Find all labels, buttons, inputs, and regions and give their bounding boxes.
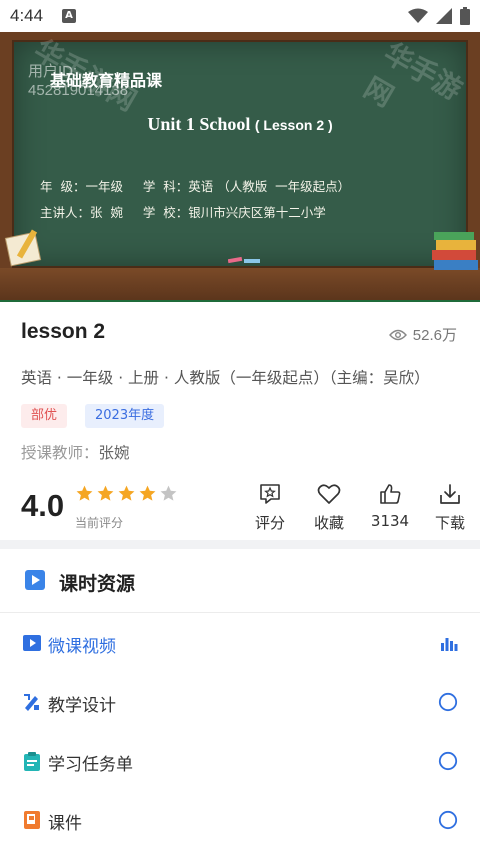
rating-caption: 当前评分 (75, 516, 124, 530)
favorite-button[interactable]: 收藏 (299, 482, 359, 533)
battery-icon (460, 7, 470, 25)
star-icon (139, 485, 156, 501)
radio-unchecked-icon[interactable] (438, 810, 458, 830)
ppt-icon (24, 811, 40, 829)
radio-unchecked-icon[interactable] (438, 751, 458, 771)
resource-item-teaching-design[interactable]: 教学设计 (0, 673, 480, 731)
notification-icon: A (62, 9, 76, 23)
rating-score: 4.0 (21, 488, 65, 523)
like-button[interactable]: 3134 (360, 482, 420, 530)
course-title: lesson 2 (21, 320, 106, 343)
design-icon (24, 694, 39, 711)
rate-button[interactable]: 评分 (240, 482, 300, 533)
status-time: 4:44 (10, 6, 44, 25)
resource-item-micro-video[interactable]: 微课视频 (0, 614, 480, 672)
grade-subject-line: 年 级：一年级 学 科：英语 （人教版 一年级起点） (40, 179, 351, 194)
notepad-decoration (4, 229, 42, 267)
star-rating (75, 484, 178, 503)
chalk-tray (0, 268, 480, 302)
year-badge: 2023年度 (85, 404, 165, 428)
signal-icon (436, 8, 452, 24)
chalk-decoration (228, 256, 260, 264)
resource-item-task-sheet[interactable]: 学习任务单 (0, 732, 480, 790)
star-icon (76, 485, 93, 501)
heart-icon (317, 484, 341, 504)
rate-icon (260, 484, 280, 504)
download-button[interactable]: 下载 (420, 482, 480, 533)
star-icon (118, 485, 135, 501)
download-icon (440, 484, 460, 504)
resources-header: 课时资源 (0, 549, 480, 613)
star-empty-icon (160, 485, 177, 501)
teacher-info: 授课教师：张婉 (21, 444, 130, 462)
video-player[interactable]: 用户ID: 452819014138 基础教育精品课 Unit 1 School… (0, 32, 480, 302)
books-decoration (432, 232, 478, 270)
playing-bars-icon (441, 638, 458, 651)
view-count: 52.6万 (388, 324, 457, 345)
clipboard-icon (24, 752, 40, 771)
section-divider (0, 540, 480, 549)
board-base (0, 300, 480, 302)
course-subtitle: 英语 · 一年级 · 上册 · 人教版（一年级起点）（主编：吴欣） (21, 369, 430, 387)
radio-unchecked-icon[interactable] (438, 692, 458, 712)
status-bar: 4:44 A (0, 0, 480, 32)
eye-icon (388, 329, 407, 340)
award-badge: 部优 (21, 404, 68, 428)
thumbs-up-icon (380, 484, 401, 504)
wifi-icon (408, 8, 428, 23)
video-section-icon (25, 570, 45, 590)
star-icon (97, 485, 114, 501)
resource-item-courseware[interactable]: 课件 (0, 791, 480, 849)
status-icons (408, 6, 470, 26)
video-icon (23, 635, 41, 651)
teacher-school-line: 主讲人：张 婉 学 校：银川市兴庆区第十二小学 (40, 205, 326, 220)
